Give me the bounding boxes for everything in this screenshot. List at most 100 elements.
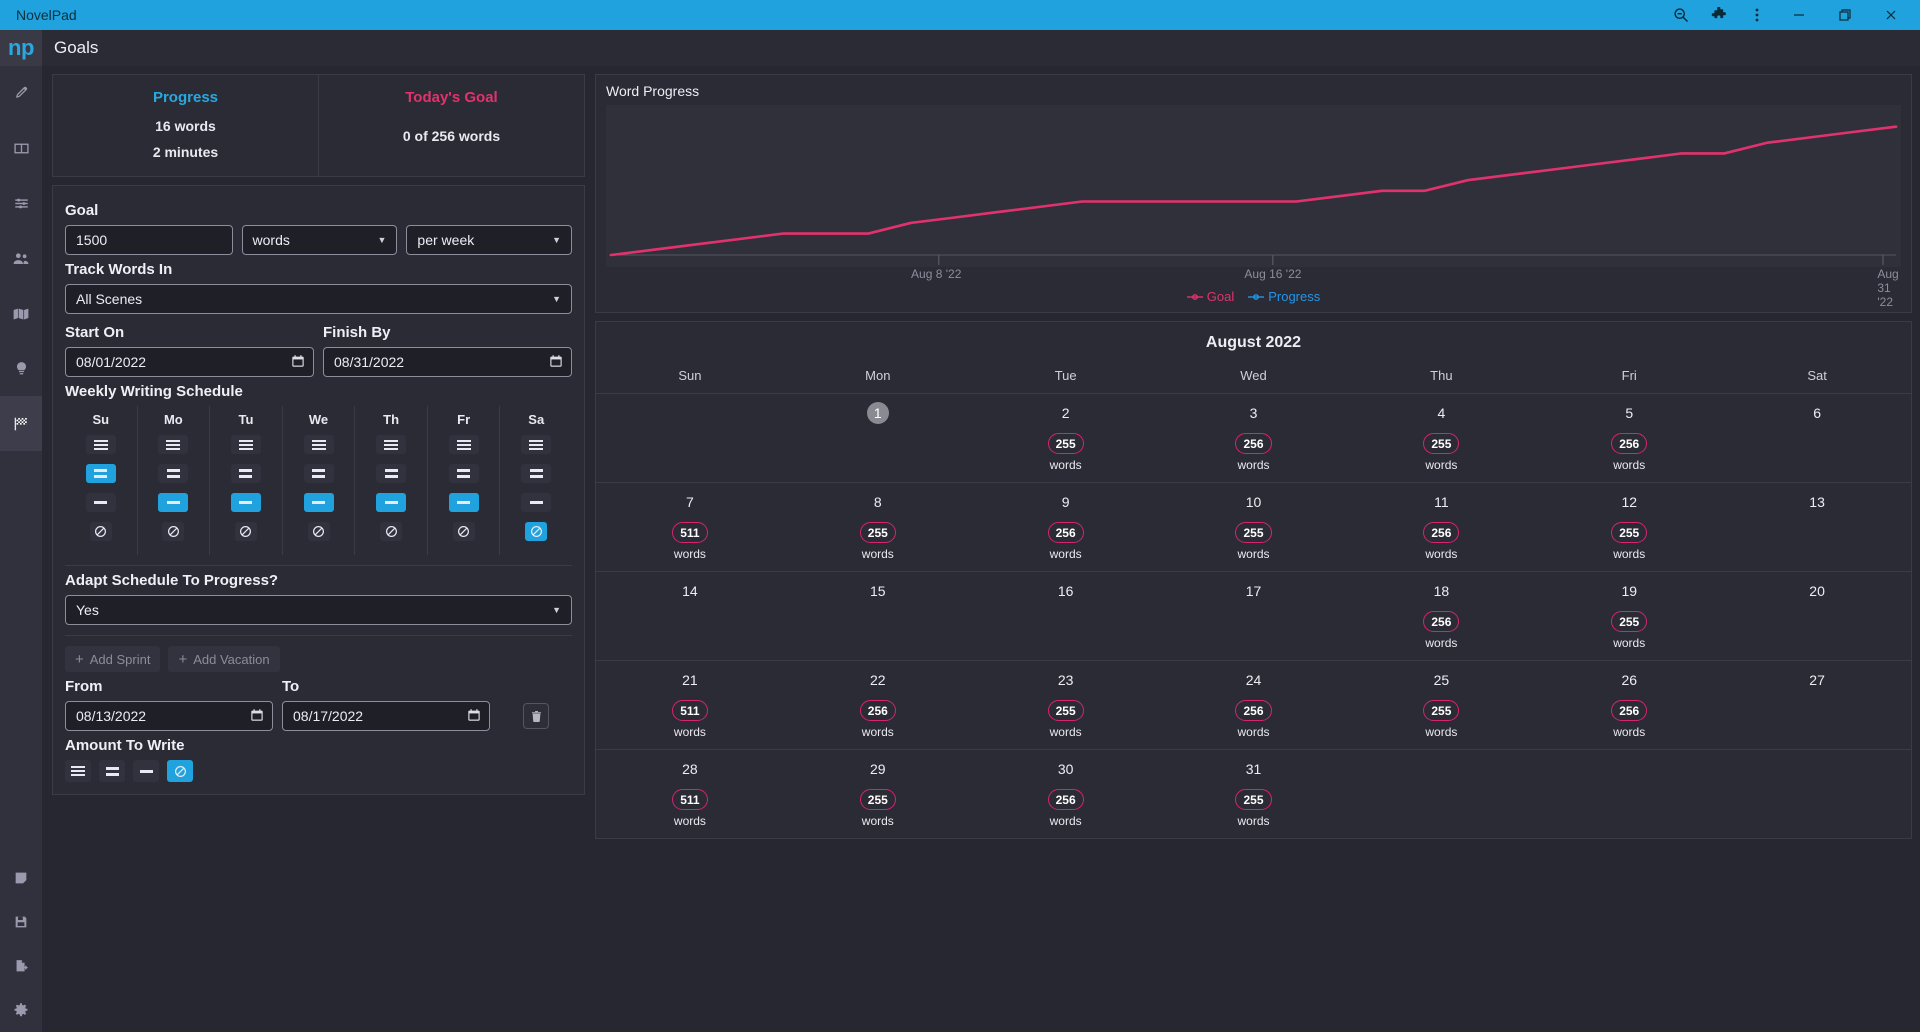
weekday-intensity-option[interactable]: [85, 435, 116, 454]
calendar-icon[interactable]: [549, 354, 563, 371]
sidebar-item-goals[interactable]: [0, 396, 42, 451]
weekday-intensity-option[interactable]: [85, 493, 116, 512]
calendar-day-cell[interactable]: 27: [1723, 661, 1911, 749]
weekday-intensity-option[interactable]: [234, 522, 257, 541]
weekday-intensity-option[interactable]: [303, 435, 334, 454]
calendar-word-goal-badge[interactable]: 511: [672, 789, 708, 810]
amount-to-write-option[interactable]: [99, 760, 125, 782]
goal-period-select[interactable]: per week ▼: [406, 225, 573, 255]
calendar-word-goal-badge[interactable]: 256: [1423, 611, 1460, 632]
calendar-word-goal-badge[interactable]: 255: [859, 789, 896, 810]
goal-units-select[interactable]: words ▼: [241, 225, 398, 255]
calendar-day-cell[interactable]: 23 255 words: [972, 661, 1160, 749]
weekday-intensity-option[interactable]: [448, 435, 479, 454]
calendar-day-cell[interactable]: 8 255 words: [784, 483, 972, 571]
calendar-word-goal-badge[interactable]: 255: [1611, 611, 1648, 632]
calendar-day-cell[interactable]: 16: [972, 572, 1160, 660]
calendar-day-cell[interactable]: 30 256 words: [972, 750, 1160, 838]
calendar-word-goal-badge[interactable]: 255: [1423, 433, 1460, 454]
sidebar-item-locations[interactable]: [0, 286, 42, 341]
calendar-word-goal-badge[interactable]: 255: [1047, 700, 1084, 721]
calendar-day-cell[interactable]: 18 256 words: [1347, 572, 1535, 660]
weekday-intensity-option[interactable]: [521, 435, 552, 454]
weekday-intensity-option[interactable]: [230, 493, 261, 512]
calendar-day-cell[interactable]: 26 256 words: [1535, 661, 1723, 749]
sidebar-item-settings[interactable]: [0, 988, 42, 1032]
weekday-intensity-option[interactable]: [89, 522, 112, 541]
calendar-word-goal-badge[interactable]: 255: [859, 522, 896, 543]
to-date-input[interactable]: 08/17/2022: [282, 701, 490, 731]
calendar-day-cell[interactable]: 20: [1723, 572, 1911, 660]
minimize-icon[interactable]: [1776, 0, 1822, 30]
weekday-intensity-option[interactable]: [307, 522, 330, 541]
add-sprint-button[interactable]: + Add Sprint: [65, 646, 161, 672]
calendar-day-cell[interactable]: 28 511 words: [596, 750, 784, 838]
calendar-word-goal-badge[interactable]: 256: [859, 700, 896, 721]
calendar-word-goal-badge[interactable]: 255: [1235, 789, 1272, 810]
weekday-intensity-option[interactable]: [85, 464, 116, 483]
calendar-word-goal-badge[interactable]: 256: [1047, 789, 1084, 810]
amount-to-write-option[interactable]: [133, 760, 159, 782]
sidebar-item-save[interactable]: [0, 900, 42, 944]
legend-item-goal[interactable]: Goal: [1186, 289, 1234, 304]
calendar-word-goal-badge[interactable]: 256: [1611, 433, 1648, 454]
start-on-input[interactable]: 08/01/2022: [65, 347, 314, 377]
weekday-intensity-option[interactable]: [376, 464, 407, 483]
calendar-word-goal-badge[interactable]: 256: [1235, 433, 1272, 454]
calendar-day-cell[interactable]: 13: [1723, 483, 1911, 571]
weekday-intensity-option[interactable]: [158, 435, 189, 454]
calendar-day-cell[interactable]: 22 256 words: [784, 661, 972, 749]
calendar-icon[interactable]: [291, 354, 305, 371]
from-date-input[interactable]: 08/13/2022: [65, 701, 273, 731]
add-vacation-button[interactable]: + Add Vacation: [168, 646, 280, 672]
weekday-intensity-option[interactable]: [376, 435, 407, 454]
finish-by-input[interactable]: 08/31/2022: [323, 347, 572, 377]
calendar-word-goal-badge[interactable]: 511: [672, 700, 708, 721]
calendar-word-goal-badge[interactable]: 255: [1423, 700, 1460, 721]
calendar-day-cell[interactable]: 24 256 words: [1160, 661, 1348, 749]
delete-vacation-button[interactable]: [523, 703, 549, 729]
calendar-day-cell[interactable]: 3 256 words: [1160, 394, 1348, 482]
close-icon[interactable]: [1868, 0, 1914, 30]
sidebar-item-notes[interactable]: [0, 856, 42, 900]
calendar-day-cell[interactable]: 2 255 words: [972, 394, 1160, 482]
sidebar-item-characters[interactable]: [0, 231, 42, 286]
app-logo[interactable]: np: [0, 30, 42, 66]
weekday-intensity-option[interactable]: [448, 464, 479, 483]
amount-to-write-option[interactable]: [65, 760, 91, 782]
calendar-day-cell[interactable]: 4 255 words: [1347, 394, 1535, 482]
weekday-intensity-option[interactable]: [452, 522, 475, 541]
weekday-intensity-option[interactable]: [448, 493, 479, 512]
sidebar-item-board[interactable]: [0, 121, 42, 176]
weekday-intensity-option[interactable]: [376, 493, 407, 512]
calendar-day-cell[interactable]: 11 256 words: [1347, 483, 1535, 571]
extensions-icon[interactable]: [1700, 0, 1738, 30]
sidebar-item-write[interactable]: [0, 66, 42, 121]
weekday-intensity-option[interactable]: [158, 464, 189, 483]
calendar-day-cell[interactable]: 10 255 words: [1160, 483, 1348, 571]
adapt-schedule-select[interactable]: Yes ▼: [65, 595, 572, 625]
weekday-intensity-option[interactable]: [230, 435, 261, 454]
amount-to-write-option[interactable]: [167, 760, 193, 782]
weekday-intensity-option[interactable]: [521, 493, 552, 512]
calendar-word-goal-badge[interactable]: 255: [1047, 433, 1084, 454]
calendar-day-cell[interactable]: 5 256 words: [1535, 394, 1723, 482]
legend-item-progress[interactable]: Progress: [1248, 289, 1320, 304]
weekday-intensity-option[interactable]: [303, 464, 334, 483]
calendar-day-cell[interactable]: 14: [596, 572, 784, 660]
calendar-day-cell[interactable]: 31 255 words: [1160, 750, 1348, 838]
calendar-day-cell[interactable]: 1: [784, 394, 972, 482]
sidebar-item-export[interactable]: [0, 944, 42, 988]
track-words-select[interactable]: All Scenes ▼: [65, 284, 572, 314]
calendar-word-goal-badge[interactable]: 255: [1611, 522, 1648, 543]
weekday-intensity-option[interactable]: [162, 522, 185, 541]
weekday-intensity-option[interactable]: [525, 522, 548, 541]
calendar-day-cell[interactable]: 25 255 words: [1347, 661, 1535, 749]
calendar-word-goal-badge[interactable]: 256: [1611, 700, 1648, 721]
calendar-word-goal-badge[interactable]: 256: [1423, 522, 1460, 543]
zoom-out-icon[interactable]: [1662, 0, 1700, 30]
calendar-day-cell[interactable]: 29 255 words: [784, 750, 972, 838]
word-progress-chart[interactable]: [606, 105, 1901, 267]
weekday-intensity-option[interactable]: [158, 493, 189, 512]
calendar-day-cell[interactable]: 17: [1160, 572, 1348, 660]
